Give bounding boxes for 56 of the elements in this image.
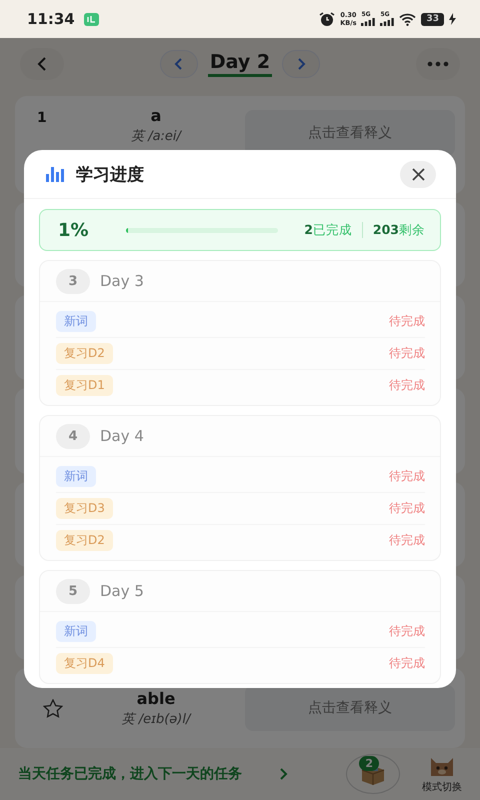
task-status: 待完成 — [389, 313, 425, 330]
day-number: 5 — [56, 578, 90, 604]
task-status: 待完成 — [389, 468, 425, 485]
alarm-icon — [319, 12, 336, 26]
day-name: Day 3 — [100, 272, 144, 290]
day-title: Day 2 — [208, 51, 272, 77]
word-text: a — [150, 106, 162, 125]
wifi-icon — [399, 12, 416, 26]
task-tag: 复习D3 — [56, 498, 113, 519]
charging-icon — [449, 13, 456, 25]
task-status: 待完成 — [389, 377, 425, 394]
bar-chart-icon — [46, 166, 64, 182]
day-number: 4 — [56, 424, 90, 448]
task-tag: 新词 — [56, 621, 96, 642]
word-index: 1 — [37, 110, 47, 126]
word-text: able — [136, 688, 176, 708]
task-tag: 复习D2 — [56, 343, 113, 364]
task-tag: 复习D2 — [56, 530, 113, 551]
task-tag: 新词 — [56, 466, 96, 487]
progress-percent: 1% — [58, 220, 90, 240]
chevron-right-icon — [296, 57, 306, 71]
phonetic-text: 英 /a:ei/ — [131, 128, 181, 145]
completed-count: 2已完成 — [304, 222, 352, 238]
chevron-right-icon[interactable] — [279, 767, 289, 781]
phonetic-text: 英 /eɪb(ə)l/ — [122, 710, 190, 728]
signal-icon — [380, 18, 394, 26]
battery-indicator: 33 — [421, 12, 444, 26]
mode-switch-button[interactable]: 模式切换 — [422, 754, 462, 794]
signal-icon — [361, 18, 376, 26]
remaining-count: 203剩余 — [372, 222, 425, 238]
task-status: 待完成 — [389, 532, 425, 549]
day-name: Day 4 — [100, 427, 144, 445]
star-icon[interactable] — [43, 698, 63, 718]
task-status: 待完成 — [389, 345, 425, 362]
next-day-button[interactable] — [282, 50, 320, 78]
previous-day-button[interactable] — [160, 50, 198, 78]
task-status: 待完成 — [389, 655, 425, 672]
day-name: Day 5 — [100, 582, 144, 600]
task-tag: 复习D1 — [56, 375, 113, 396]
show-definition-button[interactable]: 点击查看释义 — [245, 685, 455, 732]
task-status: 待完成 — [389, 500, 425, 517]
more-icon — [426, 61, 449, 67]
chevron-left-icon — [36, 56, 48, 72]
more-button[interactable] — [416, 48, 460, 80]
status-time: 11:34 — [27, 10, 75, 28]
back-button[interactable] — [20, 48, 64, 80]
dialog-title: 学习进度 — [76, 164, 144, 186]
task-tag: 新词 — [56, 311, 96, 332]
close-icon — [412, 168, 424, 180]
task-status: 待完成 — [389, 623, 425, 640]
app-notification-icon — [84, 12, 99, 26]
next-day-message[interactable]: 当天任务已完成，进入下一天的任务 — [18, 766, 273, 782]
task-tag: 复习D4 — [56, 653, 113, 674]
chevron-left-icon — [174, 57, 184, 71]
day-number: 3 — [56, 268, 90, 294]
close-button[interactable] — [400, 160, 436, 188]
